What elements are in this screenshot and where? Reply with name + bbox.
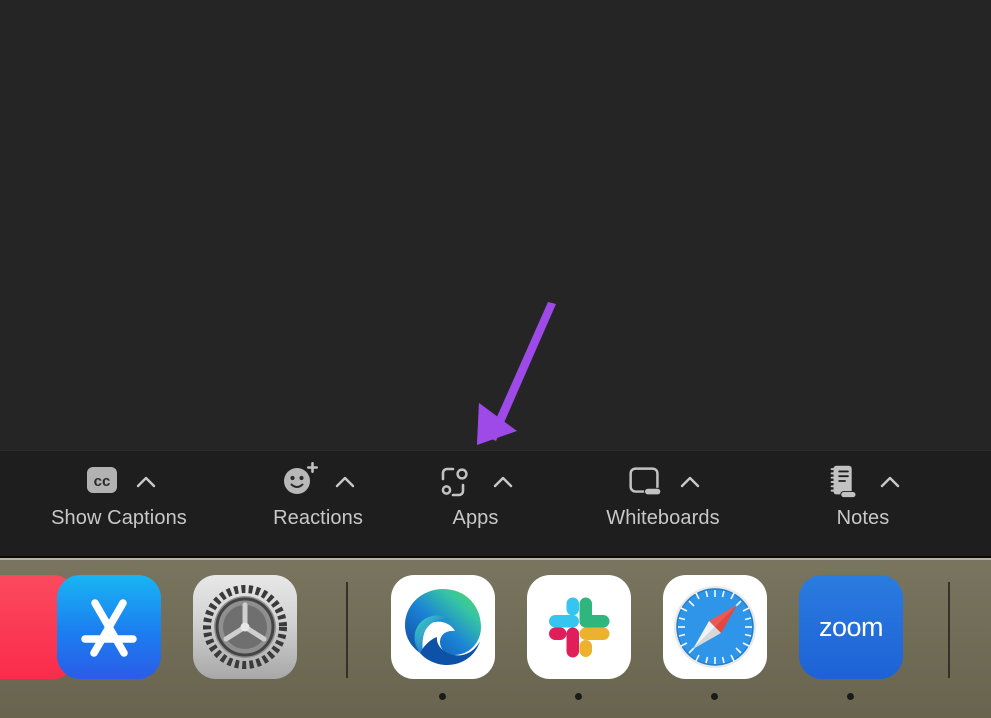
chevron-up-icon-notes[interactable] <box>877 461 903 503</box>
gear-icon <box>203 585 287 669</box>
toolbar-item-show-captions[interactable]: cc Show Captions <box>0 459 238 551</box>
zoom-controls-toolbar: cc Show Captions Reactions Apps Whiteboa… <box>0 450 991 558</box>
notepad-pen-icon[interactable] <box>823 461 867 503</box>
dock-separator-2 <box>948 582 950 678</box>
dock-running-indicator-slack <box>575 693 582 700</box>
slack-icon <box>549 597 610 658</box>
chevron-up-icon-reactions[interactable] <box>332 461 358 503</box>
dock-running-indicator-edge <box>439 693 446 700</box>
dock-item-safari[interactable] <box>663 575 767 679</box>
dock-item-system-settings[interactable] <box>193 575 297 679</box>
chevron-up-icon-captions[interactable] <box>133 461 159 503</box>
toolbar-label-reactions: Reactions <box>273 507 363 529</box>
app-store-icon <box>81 599 137 657</box>
toolbar-label-whiteboards: Whiteboards <box>606 507 720 529</box>
dock-item-app-store[interactable] <box>57 575 161 679</box>
toolbar-item-whiteboards[interactable]: Whiteboards <box>553 459 773 551</box>
whiteboard-pen-icon[interactable] <box>623 461 667 503</box>
dock-separator-1 <box>346 582 348 678</box>
toolbar-item-notes[interactable]: Notes <box>773 459 953 551</box>
dock-item-microsoft-edge[interactable] <box>391 575 495 679</box>
edge-icon <box>405 589 481 665</box>
dock-running-indicator-zoom <box>847 693 854 700</box>
toolbar-label-apps: Apps <box>452 507 499 529</box>
toolbar-item-apps[interactable]: Apps <box>398 459 553 551</box>
closed-caption-icon[interactable]: cc <box>79 461 123 503</box>
safari-compass-icon <box>674 586 756 668</box>
dock-running-indicator-safari <box>711 693 718 700</box>
zoom-wordmark: zoom <box>818 611 884 642</box>
toolbar-label-notes: Notes <box>836 507 890 529</box>
dock-item-zoom[interactable]: zoom <box>799 575 903 679</box>
apps-bracket-icon[interactable] <box>436 461 480 503</box>
cc-badge-text: cc <box>94 473 111 490</box>
chevron-up-icon-whiteboards[interactable] <box>677 461 703 503</box>
meeting-stage <box>0 0 991 450</box>
screen: cc Show Captions Reactions Apps Whiteboa… <box>0 0 991 718</box>
chevron-up-icon-apps[interactable] <box>490 461 516 503</box>
dock-item-slack[interactable] <box>527 575 631 679</box>
toolbar-label-show-captions: Show Captions <box>51 507 187 529</box>
macos-dock: zoom <box>0 560 991 718</box>
toolbar-item-reactions[interactable]: Reactions <box>238 459 398 551</box>
smiley-plus-icon[interactable] <box>278 461 322 503</box>
